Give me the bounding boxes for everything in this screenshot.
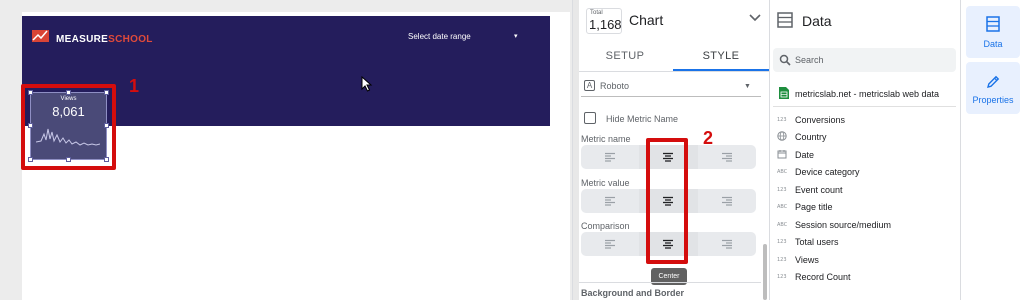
resize-handle[interactable]: [66, 90, 71, 95]
resize-handle[interactable]: [104, 123, 109, 128]
step2-highlight: [646, 138, 688, 264]
field-name: Page title: [795, 201, 833, 212]
hide-metric-name-label: Hide Metric Name: [606, 114, 679, 124]
font-select-underline: [581, 96, 761, 97]
resize-handle[interactable]: [28, 123, 33, 128]
metric-type-icon: 123: [777, 238, 787, 245]
tab-setup[interactable]: SETUP: [584, 50, 666, 62]
field-name: Country: [795, 131, 827, 142]
resize-handle[interactable]: [28, 157, 33, 162]
logo-prefix: MEASURE: [56, 34, 109, 45]
mouse-pointer-icon: [361, 76, 373, 92]
metric-value-label: Metric value: [581, 178, 630, 188]
google-sheet-icon: [779, 87, 789, 99]
panel-left-strip: [573, 0, 579, 300]
source-divider: [773, 106, 956, 107]
chevron-down-icon[interactable]: ▾: [514, 32, 518, 40]
tab-style[interactable]: STYLE: [676, 50, 766, 62]
date-range-control[interactable]: Select date range: [408, 32, 471, 41]
field-item-country[interactable]: Country: [773, 129, 956, 144]
background-border-heading[interactable]: Background and Border: [581, 288, 684, 298]
total-value: 1,168: [589, 17, 622, 32]
field-name: Total users: [795, 236, 839, 247]
field-item-total-users[interactable]: 123 Total users: [773, 234, 956, 249]
metric-type-icon: 123: [777, 116, 787, 123]
field-item-record-count[interactable]: 123 Record Count: [773, 269, 956, 284]
field-name: Record Count: [795, 271, 851, 282]
logo-icon: [32, 30, 49, 42]
field-item-date[interactable]: Date: [773, 147, 956, 162]
align-left-icon: [605, 196, 616, 206]
chevron-down-icon[interactable]: ▼: [744, 83, 751, 90]
metric-type-icon: 123: [777, 273, 787, 280]
resize-handle[interactable]: [104, 157, 109, 162]
field-name: Views: [795, 254, 819, 265]
scorecard-sparkline: [36, 128, 100, 146]
scorecard-metric-name: Views: [60, 96, 77, 102]
comparison-label: Comparison: [581, 221, 630, 231]
align-right-icon: [721, 239, 732, 249]
field-item-conversions[interactable]: 123 Conversions: [773, 112, 956, 127]
align-right-icon: [721, 196, 732, 206]
field-name: Date: [795, 149, 815, 160]
rail-data-label: Data: [983, 39, 1003, 49]
field-item-page-title[interactable]: ABC Page title: [773, 199, 956, 214]
metric-type-icon: 123: [777, 256, 787, 263]
field-item-device-category[interactable]: ABC Device category: [773, 164, 956, 179]
chart-panel-title: Chart: [629, 12, 664, 28]
resize-handle[interactable]: [104, 90, 109, 95]
align-left-icon: [605, 152, 616, 162]
total-label: Total: [590, 10, 603, 16]
calendar-icon: [773, 149, 795, 161]
style-panel-scrollbar[interactable]: [763, 244, 767, 300]
font-icon: A: [584, 80, 595, 91]
rail-properties-label: Properties: [972, 95, 1014, 105]
logo-wordmark: MEASURESCHOOL: [56, 34, 153, 45]
align-right-button[interactable]: [698, 189, 756, 213]
field-item-session-source-medium[interactable]: ABC Session source/medium: [773, 217, 956, 232]
step-number-2: 2: [703, 128, 714, 148]
search-placeholder: Search: [795, 55, 824, 65]
align-left-button[interactable]: [581, 232, 639, 256]
field-name: Device category: [795, 166, 860, 177]
pencil-icon: [987, 75, 1000, 88]
tab-divider: [579, 71, 769, 72]
scorecard-metric-value: 8,061: [52, 104, 85, 119]
field-name: Event count: [795, 184, 843, 195]
step-number-1: 1: [129, 76, 140, 96]
text-type-icon: ABC: [777, 203, 788, 210]
align-right-icon: [721, 152, 732, 162]
data-table-icon: [986, 16, 1000, 32]
metric-type-icon: 123: [777, 186, 787, 193]
resize-handle[interactable]: [28, 90, 33, 95]
data-panel-title: Data: [802, 13, 832, 29]
align-right-button[interactable]: [698, 232, 756, 256]
text-type-icon: ABC: [777, 221, 788, 228]
metric-name-label: Metric name: [581, 134, 631, 144]
panel-divider: [960, 0, 961, 300]
field-item-views[interactable]: 123 Views: [773, 252, 956, 267]
align-left-icon: [605, 239, 616, 249]
logo-suffix: SCHOOL: [108, 34, 153, 45]
font-family-select[interactable]: Roboto: [600, 81, 629, 91]
text-type-icon: ABC: [777, 168, 788, 175]
data-source-name[interactable]: metricslab.net - metricslab web data: [795, 89, 939, 99]
search-icon: [779, 54, 791, 66]
section-divider: [579, 282, 761, 283]
resize-handle[interactable]: [66, 157, 71, 162]
align-left-button[interactable]: [581, 189, 639, 213]
chevron-down-icon[interactable]: [748, 12, 762, 24]
field-item-event-count[interactable]: 123 Event count: [773, 182, 956, 197]
panel-divider: [769, 0, 770, 300]
field-name: Session source/medium: [795, 219, 892, 230]
data-table-icon: [777, 12, 793, 28]
hide-metric-name-checkbox[interactable]: [584, 112, 596, 124]
globe-icon: [773, 130, 795, 143]
rail-data-button[interactable]: [966, 6, 1020, 58]
field-name: Conversions: [795, 114, 846, 125]
align-left-button[interactable]: [581, 145, 639, 169]
